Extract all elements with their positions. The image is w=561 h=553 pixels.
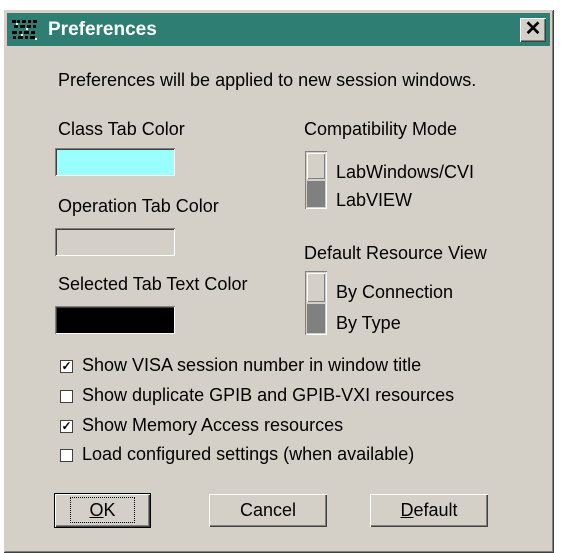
- compat-option-labwindows[interactable]: LabWindows/CVI: [336, 161, 474, 183]
- default-resource-view-label: Default Resource View: [304, 243, 487, 263]
- resource-option-by-type[interactable]: By Type: [336, 312, 401, 334]
- ok-button-focus: OK: [70, 497, 135, 523]
- default-mnemonic: D: [400, 500, 414, 520]
- class-tab-color-swatch[interactable]: [55, 148, 175, 176]
- selected-tab-text-color-label: Selected Tab Text Color: [58, 274, 248, 294]
- operation-tab-color-label: Operation Tab Color: [58, 196, 219, 216]
- preferences-dialog: Preferences ✕ Preferences will be applie…: [3, 9, 554, 553]
- operation-tab-color-swatch[interactable]: [55, 228, 175, 256]
- checkbox-label-show-session-number[interactable]: Show VISA session number in window title: [82, 354, 421, 376]
- close-button[interactable]: ✕: [520, 18, 546, 42]
- dialog-title: Preferences: [48, 19, 157, 40]
- default-button[interactable]: Default: [370, 494, 488, 527]
- close-icon: ✕: [524, 18, 542, 40]
- checkbox-show-duplicate-gpib[interactable]: [60, 390, 73, 403]
- ok-button[interactable]: OK: [54, 493, 151, 528]
- checkbox-show-memory-access[interactable]: ✓: [60, 420, 73, 433]
- compat-option-labview[interactable]: LabVIEW: [336, 189, 412, 211]
- cancel-button[interactable]: Cancel: [209, 494, 327, 527]
- resource-option-by-connection[interactable]: By Connection: [336, 281, 453, 303]
- ok-label-rest: K: [103, 500, 116, 520]
- intro-text: Preferences will be applied to new sessi…: [58, 70, 477, 90]
- app-icon: [11, 18, 39, 42]
- compatibility-mode-label: Compatibility Mode: [304, 119, 458, 139]
- resource-option-indicator-type[interactable]: [307, 304, 325, 333]
- checkbox-label-show-duplicate-gpib[interactable]: Show duplicate GPIB and GPIB-VXI resourc…: [82, 384, 454, 406]
- checkbox-show-session-number[interactable]: ✓: [60, 360, 73, 373]
- class-tab-color-label: Class Tab Color: [58, 119, 185, 139]
- compat-option-indicator-labwindows[interactable]: [307, 153, 325, 179]
- resource-option-indicator-connection[interactable]: [307, 273, 325, 302]
- default-label-rest: efault: [413, 500, 458, 520]
- resource-view-selector[interactable]: [305, 271, 327, 335]
- title-bar[interactable]: Preferences ✕: [7, 13, 550, 46]
- checkbox-label-load-configured-settings[interactable]: Load configured settings (when available…: [82, 443, 414, 465]
- ok-mnemonic: O: [89, 500, 104, 520]
- selected-tab-text-color-swatch[interactable]: [55, 306, 175, 334]
- compatibility-mode-selector[interactable]: [305, 151, 327, 209]
- compat-option-indicator-labview[interactable]: [307, 181, 325, 207]
- checkbox-load-configured-settings[interactable]: [60, 449, 73, 462]
- cancel-label: Cancel: [239, 500, 297, 520]
- checkbox-label-show-memory-access[interactable]: Show Memory Access resources: [82, 414, 343, 436]
